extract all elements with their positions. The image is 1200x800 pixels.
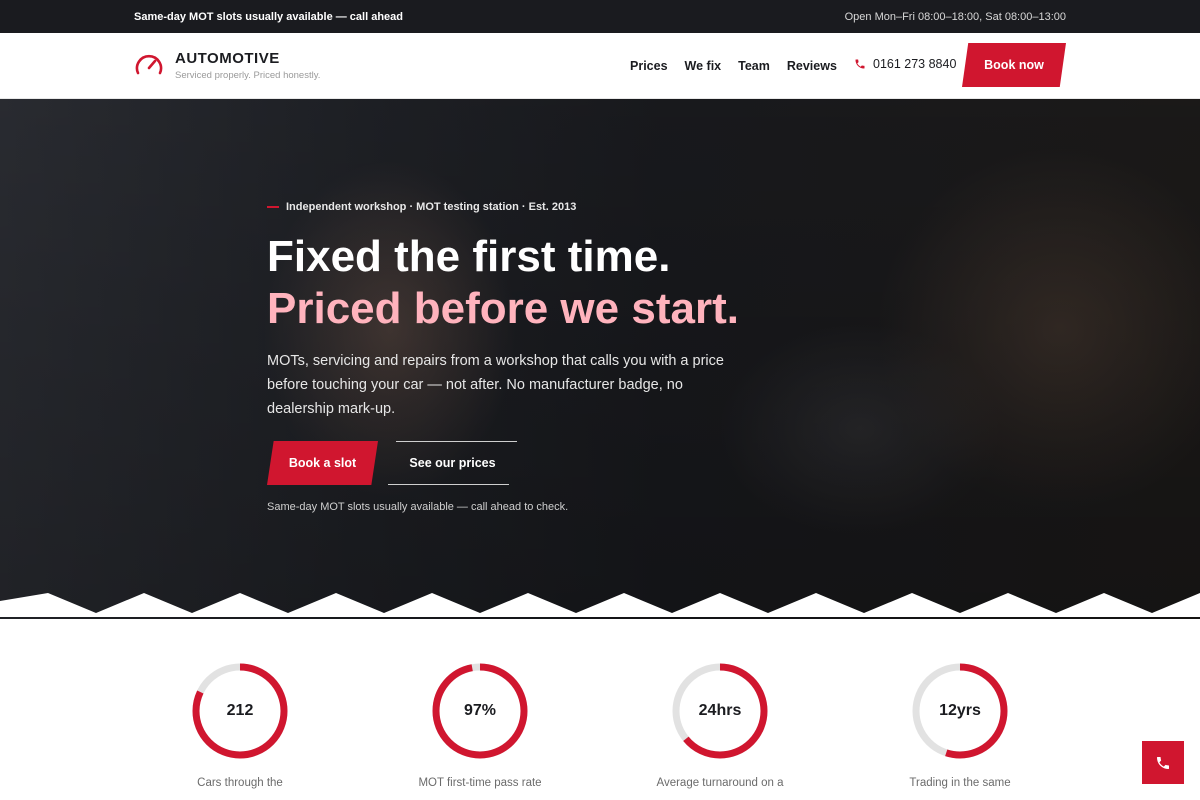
announcement-text: Same-day MOT slots usually available — c… (134, 10, 403, 23)
eyebrow-text: Independent workshop · MOT testing stati… (286, 201, 577, 213)
nav-link-prices[interactable]: Prices (630, 59, 668, 73)
zigzag-divider (0, 593, 1200, 617)
main-navigation: AUTOMOTIVE Serviced properly. Priced hon… (0, 33, 1200, 99)
stat-value: 212 (226, 702, 254, 719)
floating-call-button[interactable] (1142, 741, 1184, 784)
stat-value: 12yrs (939, 702, 981, 719)
phone-number: 0161 273 8840 (873, 57, 957, 71)
stats-section: 212 Cars through the 97% MOT first-time … (0, 617, 1200, 800)
stat-turnaround: 24hrs Average turnaround on a (630, 662, 810, 792)
hero-note: Same-day MOT slots usually available — c… (267, 501, 569, 513)
hero-lead: MOTs, servicing and repairs from a works… (267, 353, 724, 417)
hero-ctas: Book a slot See our prices (267, 441, 887, 485)
stat-ring: 212 (191, 662, 289, 760)
nav-links: Prices We fix Team Reviews (630, 33, 854, 99)
stat-pass-rate: 97% MOT first-time pass rate (390, 662, 570, 792)
stat-label: Cars through the (197, 777, 283, 789)
stat-value: 97% (463, 702, 497, 719)
stat-ring: 97% (431, 662, 529, 760)
book-now-button[interactable]: Book now (962, 43, 1066, 87)
stat-label: Trading in the same (909, 777, 1011, 789)
eyebrow-dash (267, 206, 279, 208)
stat-trading-years: 12yrs Trading in the same (870, 662, 1050, 792)
nav-link-team[interactable]: Team (738, 59, 770, 73)
see-prices-button[interactable]: See our prices (388, 441, 517, 485)
stat-label: MOT first-time pass rate (418, 777, 542, 789)
stat-ring: 24hrs (671, 662, 769, 760)
phone-icon (1157, 756, 1169, 769)
site-logo[interactable]: AUTOMOTIVE Serviced properly. Priced hon… (134, 50, 320, 81)
top-announcement-bar: Same-day MOT slots usually available — c… (0, 0, 1200, 33)
hero-content: Independent workshop · MOT testing stati… (267, 201, 887, 513)
stat-cars: 212 Cars through the (150, 662, 330, 792)
stat-value: 24hrs (698, 702, 742, 719)
hero-eyebrow: Independent workshop · MOT testing stati… (267, 201, 887, 213)
hero-headline-line1: Fixed the first time. (267, 232, 671, 281)
brand-tagline: Serviced properly. Priced honestly. (175, 70, 321, 81)
opening-hours: Open Mon–Fri 08:00–18:00, Sat 08:00–13:0… (844, 10, 1066, 23)
hero-section: Independent workshop · MOT testing stati… (0, 99, 1200, 619)
stat-label: Average turnaround on a (656, 777, 784, 789)
phone-icon (855, 59, 865, 69)
speedometer-icon (135, 54, 163, 75)
stat-ring: 12yrs (911, 662, 1009, 760)
brand-name: AUTOMOTIVE (175, 50, 280, 67)
nav-link-we-fix[interactable]: We fix (685, 59, 722, 73)
phone-link[interactable]: 0161 273 8840 (854, 57, 956, 71)
nav-link-reviews[interactable]: Reviews (787, 59, 837, 73)
hero-headline-line2: Priced before we start. (267, 284, 739, 333)
book-slot-button[interactable]: Book a slot (267, 441, 378, 485)
